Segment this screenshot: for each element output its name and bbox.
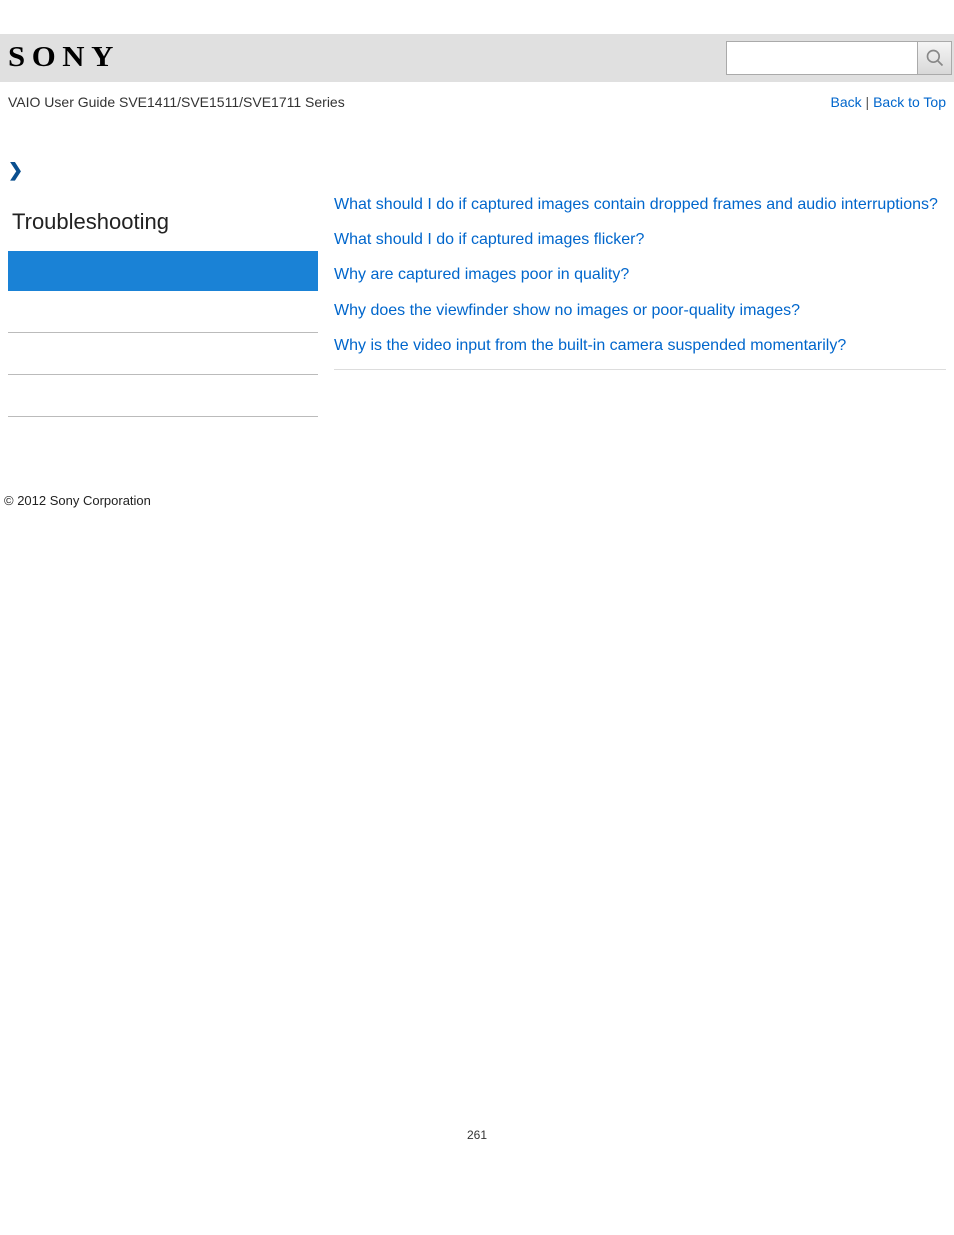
page-number: 261: [0, 1128, 954, 1142]
sony-logo: SONY: [8, 42, 120, 74]
faq-link[interactable]: What should I do if captured images flic…: [334, 228, 946, 251]
chevron-row: ❯: [0, 120, 954, 189]
sidebar-item[interactable]: [8, 333, 318, 375]
chevron-right-icon[interactable]: ❯: [8, 160, 23, 180]
copyright: © 2012 Sony Corporation: [0, 459, 954, 508]
search-button[interactable]: [917, 42, 951, 74]
search-input[interactable]: [727, 42, 917, 74]
subheader: VAIO User Guide SVE1411/SVE1511/SVE1711 …: [0, 82, 954, 120]
faq-link[interactable]: Why does the viewfinder show no images o…: [334, 299, 946, 322]
faq-link[interactable]: Why is the video input from the built-in…: [334, 334, 946, 357]
search-icon: [925, 48, 945, 68]
guide-title: VAIO User Guide SVE1411/SVE1511/SVE1711 …: [8, 94, 345, 110]
content-area: What should I do if captured images cont…: [318, 189, 946, 370]
main-columns: Troubleshooting What should I do if capt…: [0, 189, 954, 459]
separator: |: [862, 94, 873, 110]
header-bar: SONY: [0, 34, 954, 82]
back-link[interactable]: Back: [831, 94, 862, 110]
sidebar-item[interactable]: [8, 291, 318, 333]
search-box: [726, 41, 952, 75]
sidebar-item[interactable]: [8, 375, 318, 417]
sidebar-item[interactable]: [8, 417, 318, 459]
sidebar-item-active[interactable]: [8, 251, 318, 291]
sidebar-title: Troubleshooting: [8, 209, 318, 235]
sidebar: Troubleshooting: [8, 189, 318, 459]
content-divider: [334, 369, 946, 370]
nav-links: Back | Back to Top: [831, 94, 946, 110]
faq-link[interactable]: Why are captured images poor in quality?: [334, 263, 946, 286]
faq-link[interactable]: What should I do if captured images cont…: [334, 193, 946, 216]
back-to-top-link[interactable]: Back to Top: [873, 94, 946, 110]
